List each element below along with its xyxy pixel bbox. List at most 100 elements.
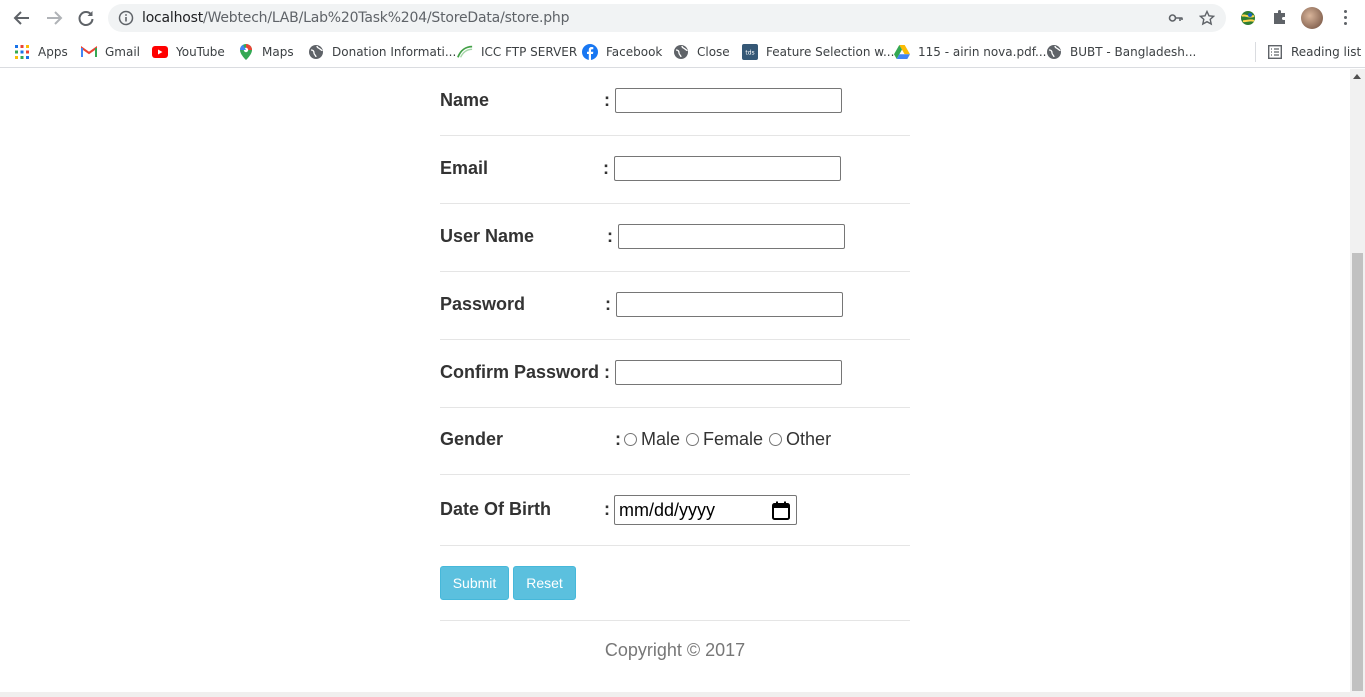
bookmark-close[interactable]: Close — [673, 42, 730, 62]
dob-label: Date Of Birth — [440, 499, 552, 519]
colon: : — [615, 429, 621, 449]
gmail-icon — [81, 44, 97, 60]
google-drive-icon — [894, 44, 910, 60]
youtube-icon — [152, 44, 168, 60]
page-scrollbar[interactable] — [1350, 69, 1365, 697]
apps-grid-icon — [14, 44, 30, 60]
maps-icon — [238, 44, 254, 60]
bookmark-donation[interactable]: Donation Informati... — [308, 42, 456, 62]
bookmarks-bar: Apps Gmail YouTube Maps Donation Informa… — [0, 36, 1365, 68]
url-text[interactable]: localhost/Webtech/LAB/Lab%20Task%204/Sto… — [142, 10, 569, 26]
bookmark-label: Close — [697, 45, 730, 59]
gender-options: : Male Female Other — [615, 429, 831, 450]
colon: : — [607, 226, 613, 246]
bookmark-maps[interactable]: Maps — [238, 42, 294, 62]
gender-radio-female[interactable] — [686, 433, 700, 446]
bookmark-label: Feature Selection w... — [766, 45, 895, 59]
back-button[interactable] — [10, 6, 34, 30]
forward-arrow-icon — [47, 11, 63, 25]
actions-row: Submit Reset — [440, 546, 910, 621]
extensions-puzzle-icon[interactable] — [1271, 8, 1289, 31]
url-path: /Webtech/LAB/Lab%20Task%204/StoreData/st… — [203, 10, 570, 26]
key-icon[interactable] — [1168, 10, 1184, 31]
back-arrow-icon — [13, 11, 29, 25]
name-row: Name : — [440, 69, 910, 136]
bookmark-gmail[interactable]: Gmail — [81, 42, 140, 62]
browser-toolbar: localhost/Webtech/LAB/Lab%20Task%204/Sto… — [0, 0, 1365, 36]
bookmark-label: Apps — [38, 45, 68, 59]
icc-icon — [457, 44, 473, 60]
reading-list-label: Reading list — [1291, 45, 1362, 59]
url-host: localhost — [142, 10, 204, 26]
bookmark-label: BUBT - Bangladesh... — [1070, 45, 1197, 59]
gender-option-label: Other — [786, 429, 832, 449]
gender-row: Gender : Male Female Other — [440, 408, 910, 475]
scroll-up-arrow-icon[interactable] — [1353, 74, 1361, 79]
globe-icon — [308, 44, 324, 60]
bookmark-bubt[interactable]: BUBT - Bangladesh... — [1046, 42, 1196, 62]
globe-icon — [1046, 44, 1062, 60]
reload-button[interactable] — [74, 6, 98, 30]
gender-radio-male[interactable] — [624, 433, 637, 446]
name-label: Name — [440, 90, 490, 110]
password-label: Password — [440, 294, 526, 314]
bookmarks-separator — [1255, 42, 1256, 62]
gender-option-label: Female — [703, 429, 764, 449]
confirm-password-label: Confirm Password — [440, 362, 600, 382]
dob-row: Date Of Birth : mm/dd/yyyy — [440, 475, 910, 546]
bookmark-facebook[interactable]: Facebook — [582, 42, 662, 62]
bookmark-drive-pdf[interactable]: 115 - airin nova.pdf... — [894, 42, 1046, 62]
email-input[interactable] — [614, 156, 841, 181]
reading-list-button[interactable]: Reading list — [1267, 42, 1361, 62]
site-info-icon[interactable] — [118, 10, 134, 31]
confirm-password-row: Confirm Password : — [440, 340, 910, 408]
email-row: Email : — [440, 136, 910, 204]
svg-text:tds: tds — [745, 50, 754, 57]
bottom-edge — [0, 692, 1350, 697]
bookmark-apps[interactable]: Apps — [14, 42, 68, 62]
scrollbar-thumb[interactable] — [1352, 253, 1363, 691]
bookmark-label: Facebook — [606, 45, 663, 59]
reset-button[interactable]: Reset — [513, 566, 576, 600]
bookmark-label: Maps — [262, 45, 294, 59]
bookmark-label: 115 - airin nova.pdf... — [918, 45, 1047, 59]
reload-icon — [78, 11, 94, 26]
profile-avatar[interactable] — [1301, 7, 1323, 29]
reading-list-icon — [1267, 44, 1283, 60]
page-content: Name : Email : User Name : Password : Co… — [0, 69, 1350, 697]
dob-placeholder: mm/dd/yyyy — [619, 500, 716, 520]
copyright-text: Copyright © 2017 — [604, 640, 746, 660]
colon: : — [603, 158, 609, 178]
bookmark-feature-selection[interactable]: tds Feature Selection w... — [742, 42, 894, 62]
username-label: User Name — [440, 226, 535, 246]
bookmark-star-icon[interactable] — [1198, 9, 1216, 31]
bookmark-youtube[interactable]: YouTube — [152, 42, 225, 62]
gender-radio-other[interactable] — [769, 433, 783, 446]
address-bar[interactable]: localhost/Webtech/LAB/Lab%20Task%204/Sto… — [108, 4, 1226, 32]
facebook-icon — [582, 44, 598, 60]
confirm-password-input[interactable] — [615, 360, 842, 385]
browser-menu-icon[interactable] — [1338, 8, 1352, 28]
email-label: Email — [440, 158, 489, 178]
colon: : — [604, 362, 610, 382]
forward-button[interactable] — [42, 6, 66, 30]
username-input[interactable] — [618, 224, 845, 249]
bookmark-label: YouTube — [176, 45, 225, 59]
colon: : — [604, 499, 610, 519]
bookmark-label: ICC FTP SERVER — [481, 45, 578, 59]
tds-icon: tds — [742, 44, 758, 60]
colon: : — [604, 90, 610, 110]
submit-button[interactable]: Submit — [440, 566, 509, 600]
bookmark-label: Donation Informati... — [332, 45, 457, 59]
globe-icon — [673, 44, 689, 60]
dob-input[interactable]: mm/dd/yyyy — [614, 495, 797, 525]
password-row: Password : — [440, 272, 910, 340]
extension-globe-icon[interactable] — [1238, 8, 1258, 33]
password-input[interactable] — [616, 292, 843, 317]
calendar-icon[interactable] — [772, 501, 790, 520]
gender-label: Gender — [440, 429, 504, 449]
bookmark-label: Gmail — [105, 45, 141, 59]
name-input[interactable] — [615, 88, 842, 113]
colon: : — [605, 294, 611, 314]
bookmark-icc-ftp[interactable]: ICC FTP SERVER — [457, 42, 577, 62]
